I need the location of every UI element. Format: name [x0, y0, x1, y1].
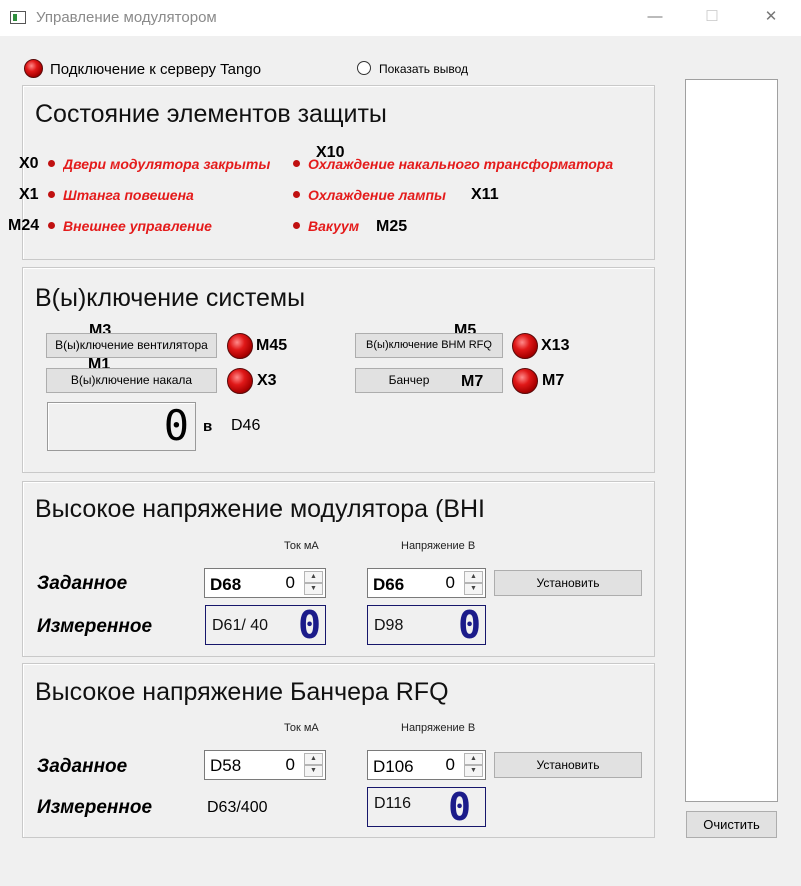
title-bar: Управление модулятором — ☐ ✕: [0, 0, 801, 36]
modulator-current-display: D61/ 40 0: [205, 605, 326, 645]
alarm-external-control: Внешнее управление: [63, 218, 212, 234]
spin-down-arrow-icon[interactable]: ▼: [464, 583, 483, 595]
modulator-set-button[interactable]: Установить: [494, 570, 642, 596]
buncher-voltage-digit: 0: [448, 785, 471, 829]
tag-x1: X1: [19, 186, 39, 203]
show-output-label[interactable]: Показать вывод: [379, 62, 468, 76]
tag-m25: M25: [376, 218, 408, 235]
buncher-voltage-value[interactable]: 0: [446, 755, 455, 775]
buncher-voltage-display: D116 0: [367, 787, 486, 827]
tag-d63: D63/400: [207, 799, 268, 816]
buncher-current-spinbox[interactable]: D58 0 ▲ ▼: [204, 750, 326, 780]
tag-d106: D106: [373, 757, 414, 776]
connection-label: Подключение к серверу Tango: [50, 61, 262, 78]
spin-down-arrow-icon[interactable]: ▼: [304, 765, 323, 777]
window-title: Управление модулятором: [36, 9, 217, 26]
modulator-hv-title: Высокое напряжение модулятора (ВНI: [35, 495, 485, 523]
tag-m7: M7: [542, 372, 565, 389]
alarm-rod: Штанга повешена: [63, 187, 194, 203]
app-icon: [10, 11, 26, 24]
tag-x11: X11: [471, 186, 499, 203]
minimize-button[interactable]: —: [640, 6, 670, 28]
connection-led: [24, 59, 43, 78]
spin-up-arrow-icon[interactable]: ▲: [464, 571, 483, 583]
tag-m24: M24: [8, 217, 40, 234]
buncher-voltage-spinbox[interactable]: D106 0 ▲ ▼: [367, 750, 486, 780]
modulator-current-digit: 0: [298, 603, 321, 647]
spin-down-arrow-icon[interactable]: ▼: [304, 583, 323, 595]
system-title: В(ы)ключение системы: [35, 284, 306, 312]
heating-led: [227, 368, 253, 394]
fan-led: [227, 333, 253, 359]
tag-m45: M45: [256, 337, 288, 354]
bhm-led: [512, 333, 538, 359]
alarm-indicator: [48, 160, 55, 167]
spin-up-arrow-icon[interactable]: ▲: [304, 753, 323, 765]
tag-x0: X0: [19, 155, 39, 172]
voltage-unit: в: [203, 418, 213, 435]
close-button[interactable]: ✕: [756, 6, 786, 28]
tag-d46: D46: [231, 417, 261, 434]
buncher-current-header: Ток мА: [284, 722, 319, 734]
alarm-lamp-cooling: Охлаждение лампы: [308, 187, 446, 203]
maximize-button[interactable]: ☐: [697, 6, 727, 28]
modulator-voltage-spinbox[interactable]: D66 0 ▲ ▼: [367, 568, 486, 598]
fan-toggle-button[interactable]: В(ы)ключение вентилятора: [46, 333, 217, 358]
modulator-voltage-display: D98 0: [367, 605, 486, 645]
clear-button[interactable]: Очистить: [686, 811, 777, 838]
output-log[interactable]: [685, 79, 778, 802]
alarm-indicator: [48, 222, 55, 229]
tag-d68: D68: [210, 575, 242, 594]
tag-x3: X3: [257, 372, 277, 389]
tag-x13: X13: [541, 337, 570, 354]
modulator-voltage-header: Напряжение В: [401, 540, 476, 552]
voltage-value: 0: [163, 401, 189, 450]
alarm-indicator: [48, 191, 55, 198]
buncher-meas-label: Измеренное: [37, 797, 153, 818]
spin-down-arrow-icon[interactable]: ▼: [464, 765, 483, 777]
modulator-voltage-digit: 0: [458, 603, 481, 647]
buncher-led: [512, 368, 538, 394]
modulator-current-header: Ток мА: [284, 540, 319, 552]
alarm-indicator: [293, 222, 300, 229]
buncher-set-label: Заданное: [37, 756, 128, 777]
bhm-toggle-button[interactable]: В(ы)ключение ВНМ RFQ: [355, 333, 503, 358]
buncher-current-value[interactable]: 0: [286, 755, 295, 775]
show-output-radio[interactable]: [357, 61, 371, 75]
tag-d58: D58: [210, 756, 242, 775]
alarm-indicator: [293, 191, 300, 198]
modulator-current-value[interactable]: 0: [286, 573, 295, 593]
spin-up-arrow-icon[interactable]: ▲: [304, 571, 323, 583]
modulator-meas-label: Измеренное: [37, 616, 153, 637]
buncher-hv-title: Высокое напряжение Банчера RFQ: [35, 678, 449, 706]
modulator-current-spinbox[interactable]: D68 0 ▲ ▼: [204, 568, 326, 598]
tag-d98: D98: [374, 617, 404, 634]
buncher-voltage-header: Напряжение В: [401, 722, 476, 734]
tag-d116: D116: [374, 795, 412, 812]
tag-d61: D61/ 40: [212, 617, 269, 634]
tag-d66: D66: [373, 575, 405, 594]
modulator-set-label: Заданное: [37, 573, 128, 594]
tag-m7-button: M7: [461, 373, 484, 390]
alarm-doors: Двери модулятора закрыты: [63, 156, 271, 172]
alarm-indicator: [293, 160, 300, 167]
heating-toggle-button[interactable]: В(ы)ключение накала: [46, 368, 217, 393]
voltage-display: 0: [47, 402, 196, 451]
buncher-set-button[interactable]: Установить: [494, 752, 642, 778]
spin-up-arrow-icon[interactable]: ▲: [464, 753, 483, 765]
alarm-vacuum: Вакуум: [308, 218, 360, 234]
protection-title: Состояние элементов защиты: [35, 100, 387, 128]
alarm-transformer-cooling: Охлаждение накального трансформатора: [308, 156, 614, 172]
modulator-voltage-value[interactable]: 0: [446, 573, 455, 593]
